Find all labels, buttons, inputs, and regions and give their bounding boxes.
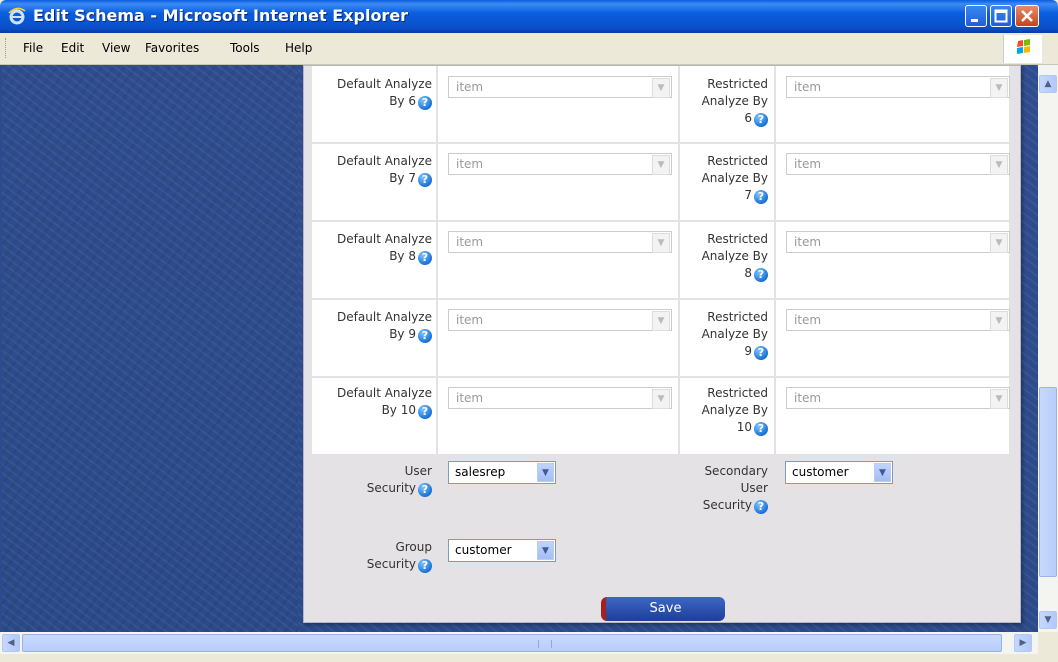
default-analyze-select[interactable]: item ▼	[448, 387, 672, 409]
maximize-button[interactable]	[990, 5, 1012, 27]
analyze-row-9: Default Analyze By 9? item ▼ Restricted A…	[312, 300, 1010, 376]
close-button[interactable]	[1015, 5, 1039, 27]
vertical-scroll-thumb[interactable]	[1039, 387, 1057, 577]
analyze-row-10: Default Analyze By 10? item ▼ Restricted …	[312, 378, 1010, 454]
restricted-analyze-label: Restricted Analyze By 10?	[701, 386, 768, 436]
maximize-icon	[994, 9, 1008, 23]
menu-grip	[5, 38, 9, 58]
restricted-analyze-select[interactable]: item ▼	[786, 309, 1010, 331]
group-security-label: Group Security?	[366, 540, 432, 573]
secondary-user-security-label: Secondary User Security?	[702, 464, 768, 514]
vertical-scrollbar[interactable]: ▲ ▼	[1038, 65, 1058, 632]
scroll-right-icon[interactable]: ▶	[1014, 634, 1032, 652]
chevron-down-icon: ▼	[990, 155, 1008, 175]
minimize-icon	[971, 19, 978, 22]
analyze-row-8: Default Analyze By 8? item ▼ Restricted A…	[312, 222, 1010, 298]
chevron-down-icon: ▼	[990, 389, 1008, 409]
chevron-down-icon: ▼	[652, 233, 670, 253]
menu-help[interactable]: Help	[285, 41, 312, 55]
restricted-analyze-select[interactable]: item ▼	[786, 153, 1010, 175]
chevron-down-icon: ▼	[652, 311, 670, 331]
window-bottom-edge	[0, 654, 1058, 662]
help-icon[interactable]: ?	[754, 422, 768, 436]
chevron-down-icon: ▼	[874, 463, 891, 482]
help-icon[interactable]: ?	[754, 268, 768, 282]
default-analyze-label: Default Analyze By 8?	[337, 232, 432, 265]
default-analyze-label: Default Analyze By 9?	[337, 310, 432, 343]
scroll-down-icon[interactable]: ▼	[1039, 611, 1057, 629]
save-button[interactable]: Save	[601, 597, 725, 621]
restricted-analyze-label: Restricted Analyze By 9?	[701, 310, 768, 360]
chevron-down-icon: ▼	[990, 311, 1008, 331]
chevron-down-icon: ▼	[990, 233, 1008, 253]
help-icon[interactable]: ?	[418, 483, 432, 497]
default-analyze-label: Default Analyze By 7?	[337, 154, 432, 187]
user-security-select[interactable]: salesrep ▼	[448, 461, 556, 484]
default-analyze-select[interactable]: item ▼	[448, 153, 672, 175]
chevron-down-icon: ▼	[990, 78, 1008, 98]
minimize-button[interactable]	[965, 5, 987, 27]
chevron-down-icon: ▼	[652, 155, 670, 175]
help-icon[interactable]: ?	[418, 96, 432, 110]
restricted-analyze-label: Restricted Analyze By 7?	[701, 154, 768, 204]
scroll-grip	[538, 640, 552, 648]
scrollbar-corner	[1038, 632, 1058, 654]
menu-favorites[interactable]: Favorites	[145, 41, 199, 55]
page-viewport: Default Analyze By 6? item ▼ Restricted A…	[0, 65, 1038, 632]
help-icon[interactable]: ?	[754, 346, 768, 360]
help-icon[interactable]: ?	[754, 500, 768, 514]
chevron-down-icon: ▼	[652, 389, 670, 409]
default-analyze-label: Default Analyze By 6?	[337, 77, 432, 110]
help-icon[interactable]: ?	[754, 190, 768, 204]
menu-bar: File Edit View Favorites Tools Help	[0, 33, 1058, 65]
scroll-left-icon[interactable]: ◀	[2, 634, 20, 652]
help-icon[interactable]: ?	[418, 559, 432, 573]
help-icon[interactable]: ?	[418, 251, 432, 265]
restricted-analyze-label: Restricted Analyze By 8?	[701, 232, 768, 282]
analyze-row-7: Default Analyze By 7? item ▼ Restricted A…	[312, 144, 1010, 220]
restricted-analyze-label: Restricted Analyze By 6?	[701, 77, 768, 127]
window-title: Edit Schema - Microsoft Internet Explore…	[33, 6, 409, 25]
chevron-down-icon: ▼	[537, 541, 554, 560]
default-analyze-label: Default Analyze By 10?	[337, 386, 432, 419]
restricted-analyze-select[interactable]: item ▼	[786, 387, 1010, 409]
analyze-row-6: Default Analyze By 6? item ▼ Restricted A…	[312, 66, 1010, 142]
menu-view[interactable]: View	[102, 41, 130, 55]
schema-form-panel: Default Analyze By 6? item ▼ Restricted A…	[303, 65, 1021, 623]
horizontal-scrollbar[interactable]: ◀ ▶	[0, 632, 1038, 654]
left-background	[2, 65, 298, 632]
scroll-up-icon[interactable]: ▲	[1039, 75, 1057, 93]
ie-logo-icon	[8, 7, 26, 25]
chevron-down-icon: ▼	[537, 463, 554, 482]
help-icon[interactable]: ?	[418, 329, 432, 343]
restricted-analyze-select[interactable]: item ▼	[786, 76, 1010, 98]
windows-logo-icon	[1003, 35, 1042, 63]
default-analyze-select[interactable]: item ▼	[448, 76, 672, 98]
menu-tools[interactable]: Tools	[230, 41, 260, 55]
restricted-analyze-select[interactable]: item ▼	[786, 231, 1010, 253]
horizontal-scroll-thumb[interactable]	[22, 634, 1002, 652]
chevron-down-icon: ▼	[652, 78, 670, 98]
secondary-user-security-select[interactable]: customer ▼	[785, 461, 893, 484]
help-icon[interactable]: ?	[754, 113, 768, 127]
default-analyze-select[interactable]: item ▼	[448, 309, 672, 331]
close-icon	[1021, 10, 1033, 22]
help-icon[interactable]: ?	[418, 405, 432, 419]
default-analyze-select[interactable]: item ▼	[448, 231, 672, 253]
user-security-label: User Security?	[366, 464, 432, 497]
help-icon[interactable]: ?	[418, 173, 432, 187]
menu-edit[interactable]: Edit	[61, 41, 84, 55]
group-security-select[interactable]: customer ▼	[448, 539, 556, 562]
title-bar: Edit Schema - Microsoft Internet Explore…	[0, 0, 1058, 33]
menu-file[interactable]: File	[23, 41, 43, 55]
